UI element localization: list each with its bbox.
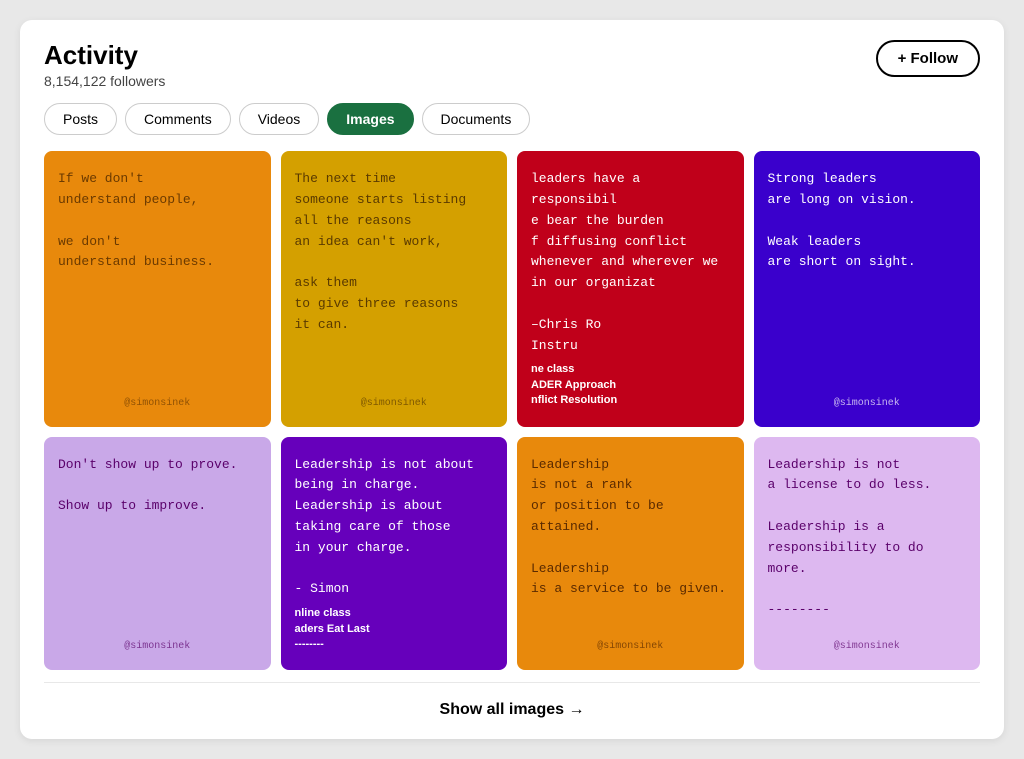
image-card[interactable]: Leadership is not a rank or position to … [517,437,744,671]
card-handle: @simonsinek [531,641,730,652]
quote-text: Leadership is not a rank or position to … [531,455,730,632]
image-card[interactable]: Don't show up to prove. Show up to impro… [44,437,271,671]
activity-card: Activity 8,154,122 followers + Follow Po… [20,20,1004,739]
card-handle: @simonsinek [768,398,967,409]
image-card[interactable]: Leadership is not a license to do less. … [754,437,981,671]
image-card[interactable]: Leadership is not about being in charge.… [281,437,508,671]
show-all-button[interactable]: Show all images → [44,682,980,739]
quote-text: Leadership is not a license to do less. … [768,455,967,632]
tabs-bar: PostsCommentsVideosImages Documents [44,103,980,135]
tab-documents[interactable]: Documents [422,103,531,135]
card-bottom-label: ne class ADER Approach nflict Resolution [531,362,730,408]
quote-text: leaders have a responsibil e bear the bu… [531,169,730,356]
images-grid: If we don't understand people, we don't … [44,151,980,670]
card-handle: @simonsinek [295,398,494,409]
card-handle: @simonsinek [58,641,257,652]
tab-videos[interactable]: Videos [239,103,320,135]
header-left: Activity 8,154,122 followers [44,40,165,89]
quote-text: Strong leaders are long on vision. Weak … [768,169,967,387]
quote-text: The next time someone starts listing all… [295,169,494,387]
quote-text: Leadership is not about being in charge.… [295,455,494,601]
image-card[interactable]: leaders have a responsibil e bear the bu… [517,151,744,426]
quote-text: Don't show up to prove. Show up to impro… [58,455,257,632]
tab-comments[interactable]: Comments [125,103,231,135]
image-card[interactable]: The next time someone starts listing all… [281,151,508,426]
card-handle: @simonsinek [58,398,257,409]
card-bottom-label: nline class aders Eat Last -------- [295,606,494,652]
image-card[interactable]: If we don't understand people, we don't … [44,151,271,426]
page-title: Activity [44,40,165,71]
image-card[interactable]: Strong leaders are long on vision. Weak … [754,151,981,426]
header: Activity 8,154,122 followers + Follow [44,40,980,89]
follow-button[interactable]: + Follow [876,40,980,77]
card-handle: @simonsinek [768,641,967,652]
followers-count: 8,154,122 followers [44,73,165,89]
tab-posts[interactable]: Posts [44,103,117,135]
tab-images[interactable]: Images [327,103,413,135]
quote-text: If we don't understand people, we don't … [58,169,257,387]
